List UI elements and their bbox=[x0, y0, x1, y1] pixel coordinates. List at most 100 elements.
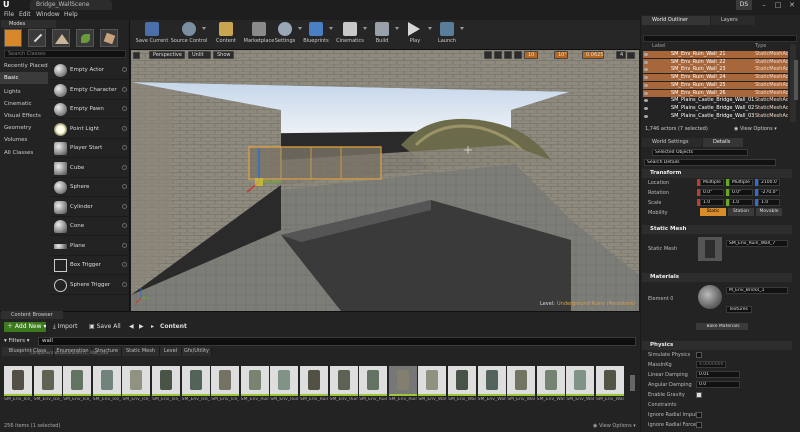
help-icon[interactable] bbox=[122, 126, 127, 131]
rotation-z[interactable]: -270.0° bbox=[758, 189, 780, 196]
asset-tile[interactable]: SM_Env_Ice_Cliffs_Cliff bbox=[152, 359, 180, 417]
actor-item[interactable]: Empty Pawn bbox=[50, 100, 130, 119]
scale-x[interactable]: 1.0 bbox=[700, 199, 724, 206]
linear-damping-value[interactable]: 0.01 bbox=[696, 371, 740, 378]
asset-tile[interactable]: SM_Env_Ice_Cliffs_Cliff bbox=[122, 359, 151, 417]
eye-icon[interactable] bbox=[644, 68, 648, 72]
content-search-input[interactable]: wall bbox=[38, 337, 636, 346]
import-button[interactable]: ⤓ Import bbox=[50, 322, 80, 332]
asset-tile[interactable]: SM_Env_Ruin_Wall_1 bbox=[359, 359, 388, 417]
actor-item[interactable]: Cube bbox=[50, 159, 130, 178]
help-icon[interactable] bbox=[122, 87, 127, 92]
asset-tile[interactable]: SM_Env_Ruined_Walls_002 bbox=[300, 359, 328, 417]
mobility-static-button[interactable]: Static bbox=[700, 208, 726, 216]
outliner-row[interactable]: SM_Env_Ruin_Wall_26 StaticMeshActor bbox=[643, 89, 788, 97]
eye-icon[interactable] bbox=[644, 53, 648, 56]
asset-tile[interactable]: SM_Env_Ruined_Walls_001 bbox=[240, 359, 269, 417]
asset-tile[interactable]: SM_Env_Ice_Cliffs_Cliff bbox=[63, 359, 92, 417]
menu-window[interactable]: Window bbox=[36, 10, 60, 20]
level-viewport[interactable] bbox=[131, 50, 639, 311]
eye-icon[interactable] bbox=[644, 99, 648, 103]
save-current-button[interactable]: Save Current bbox=[133, 21, 171, 49]
filters-button[interactable]: ▾ Filters ▾ bbox=[4, 338, 30, 344]
launch-button[interactable]: Launch bbox=[428, 21, 466, 49]
section-static-mesh[interactable]: Static Mesh bbox=[642, 225, 792, 234]
show-button[interactable]: Show bbox=[213, 51, 234, 59]
asset-tile[interactable]: SM_Env_Wall_Normal_1 bbox=[596, 359, 624, 417]
asset-tile[interactable]: SM_Env_Ice_Cliffs_Cliff bbox=[92, 359, 121, 417]
help-icon[interactable] bbox=[122, 184, 127, 189]
scale-y[interactable]: 1.0 bbox=[729, 199, 753, 206]
help-icon[interactable] bbox=[122, 243, 127, 248]
enable-gravity-checkbox[interactable] bbox=[696, 392, 702, 398]
asset-tile[interactable]: SM_Env_Wall_Corner_002 bbox=[448, 359, 476, 417]
angular-damping-value[interactable]: 0.0 bbox=[696, 381, 740, 388]
search-classes-input[interactable]: Search Classes bbox=[4, 50, 126, 58]
asset-scrollbar[interactable] bbox=[630, 375, 635, 391]
outliner-row[interactable]: SM_Plains_Castle_Bridge_Wall_01 StaticMes… bbox=[643, 97, 788, 104]
geometry-mode-icon[interactable] bbox=[100, 29, 118, 47]
help-icon[interactable] bbox=[122, 262, 127, 267]
maximize-button[interactable]: □ bbox=[771, 0, 785, 10]
add-new-button[interactable]: ＋ Add New ▾ bbox=[4, 322, 46, 332]
outliner-row[interactable]: SM_Env_Ruin_Wall_23 StaticMeshActor bbox=[643, 66, 788, 74]
tab-details[interactable]: Details bbox=[703, 138, 743, 147]
mobility-movable-button[interactable]: Movable bbox=[756, 208, 782, 216]
actor-item[interactable]: Empty Character bbox=[50, 81, 130, 100]
category-volumes[interactable]: Volumes bbox=[0, 134, 48, 146]
camera-speed-value[interactable]: 4 bbox=[616, 51, 626, 59]
outliner-row[interactable]: SM_Env_Ruin_Wall_22 StaticMeshActor bbox=[643, 58, 788, 66]
menu-help[interactable]: Help bbox=[64, 10, 78, 20]
details-search-input[interactable]: Search Details bbox=[644, 159, 776, 166]
outliner-row[interactable]: SM_Plains_Castle_Bridge_Wall_03 StaticMes… bbox=[643, 113, 788, 120]
level-tab[interactable]: Bridge_WallScene bbox=[30, 0, 112, 10]
asset-tile[interactable]: SM_Env_Ice_Cliffs_Cliff bbox=[33, 359, 62, 417]
history-forward-icon[interactable]: ▶ bbox=[136, 322, 147, 332]
asset-tile[interactable]: SM_Env_Wall_Corner_003 bbox=[477, 359, 506, 417]
column-label[interactable]: Label bbox=[652, 43, 666, 50]
static-mesh-thumbnail[interactable] bbox=[698, 237, 722, 261]
close-button[interactable]: ✕ bbox=[785, 0, 799, 10]
mass-value[interactable]: 4.0000000 bbox=[696, 361, 726, 368]
asset-tile[interactable]: SM_Env_Ruin_Wall bbox=[388, 359, 417, 417]
help-icon[interactable] bbox=[122, 106, 127, 111]
actor-item[interactable]: Cylinder bbox=[50, 198, 130, 217]
eye-icon[interactable] bbox=[644, 91, 648, 95]
eye-icon[interactable] bbox=[644, 60, 648, 64]
textures-dropdown[interactable]: Textures bbox=[726, 306, 752, 313]
category-basic[interactable]: Basic bbox=[0, 72, 48, 84]
actor-item[interactable]: Plane bbox=[50, 237, 130, 256]
actor-item[interactable]: Player Start bbox=[50, 139, 130, 158]
help-icon[interactable] bbox=[122, 223, 127, 228]
asset-tile[interactable]: SM_Env_Ice_Cliffs_Cliff bbox=[4, 359, 32, 417]
content-browser-tab[interactable]: Content Browser bbox=[1, 311, 63, 319]
static-mesh-value[interactable]: SM_Env_Ruin_Wall_7 bbox=[726, 240, 788, 247]
unlit-button[interactable]: Unlit bbox=[188, 51, 211, 59]
perspective-button[interactable]: Perspective bbox=[149, 51, 185, 59]
constraints-label[interactable]: Constraints bbox=[648, 402, 677, 408]
world-space-icon[interactable] bbox=[514, 51, 522, 59]
foliage-mode-icon[interactable] bbox=[76, 29, 94, 47]
tab-world-settings[interactable]: World Settings bbox=[642, 138, 702, 147]
paint-mode-icon[interactable] bbox=[28, 29, 46, 47]
eye-icon[interactable] bbox=[644, 114, 648, 118]
outliner-row[interactable]: SM_Env_Ruin_Wall_21 StaticMeshActor bbox=[643, 51, 788, 58]
actor-item[interactable]: Empty Actor bbox=[50, 61, 130, 80]
outliner-row[interactable]: SM_Env_Ruin_Wall_24 StaticMeshActor bbox=[643, 74, 788, 82]
ignore-radial-impulse-checkbox[interactable] bbox=[696, 412, 702, 418]
material-value[interactable]: M_Env_Bricks_1 bbox=[726, 287, 788, 294]
asset-tile[interactable]: SM_Env_Ice_Cliffs_Cliff bbox=[211, 359, 240, 417]
user-badge[interactable]: DS bbox=[736, 0, 752, 10]
menu-edit[interactable]: Edit bbox=[19, 10, 31, 20]
content-view-options-button[interactable]: ◉ View Options ▾ bbox=[593, 423, 636, 429]
filter-tab[interactable]: Level bbox=[160, 347, 182, 356]
category-all-classes[interactable]: All Classes bbox=[0, 147, 48, 159]
rotation-x[interactable]: 0.0° bbox=[700, 189, 724, 196]
section-materials[interactable]: Materials bbox=[642, 273, 792, 282]
asset-tile[interactable]: SM_Env_Wall_Corner_001 bbox=[418, 359, 447, 417]
scale-snap-value[interactable]: 0.0625 bbox=[582, 51, 604, 59]
location-z[interactable]: 2100.0 bbox=[758, 179, 780, 186]
ignore-radial-force-checkbox[interactable] bbox=[696, 422, 702, 428]
minimize-button[interactable]: – bbox=[757, 0, 771, 10]
outliner-view-options-button[interactable]: ◉ View Options ▾ bbox=[734, 126, 777, 132]
